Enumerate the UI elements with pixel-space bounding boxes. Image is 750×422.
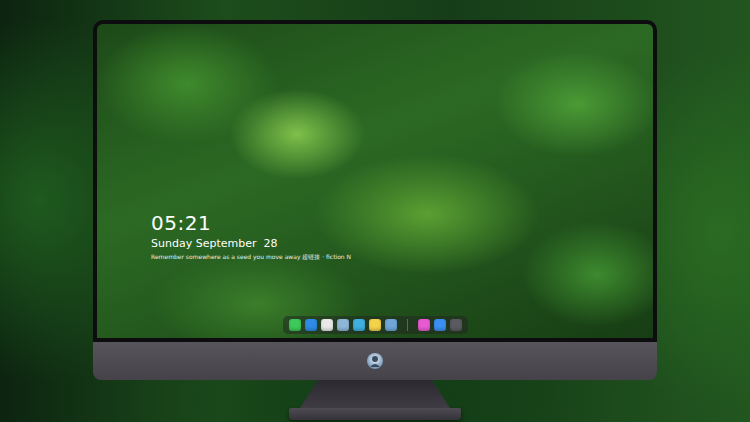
dock	[283, 316, 468, 334]
app-icon[interactable]	[385, 319, 397, 331]
clock-caption: Remember somewhere as a seed you move aw…	[151, 253, 653, 261]
recent-app-icon[interactable]	[434, 319, 446, 331]
app-icon[interactable]	[305, 319, 317, 331]
clock-date: Sunday September 28	[151, 237, 653, 250]
monitor-stand-base	[289, 408, 461, 420]
app-icon[interactable]	[353, 319, 365, 331]
dock-row	[151, 316, 653, 334]
dock-separator	[407, 319, 408, 331]
clock-time: 05:21	[151, 212, 653, 234]
app-icon[interactable]	[337, 319, 349, 331]
backdrop: 05:21 Sunday September 28 Remember somewhe…	[0, 0, 750, 422]
recent-app-icon[interactable]	[450, 319, 462, 331]
brand-logo-icon	[366, 352, 384, 370]
monitor-chin	[93, 342, 657, 380]
app-icon[interactable]	[289, 319, 301, 331]
app-icon[interactable]	[321, 319, 333, 331]
desktop-screen: 05:21 Sunday September 28 Remember somewhe…	[97, 24, 653, 338]
app-icon[interactable]	[369, 319, 381, 331]
clock-widget: 05:21 Sunday September 28 Remember somewhe…	[151, 212, 653, 261]
monitor-bezel: 05:21 Sunday September 28 Remember somewhe…	[93, 20, 657, 342]
recent-app-icon[interactable]	[418, 319, 430, 331]
monitor-stand-neck	[300, 380, 450, 408]
